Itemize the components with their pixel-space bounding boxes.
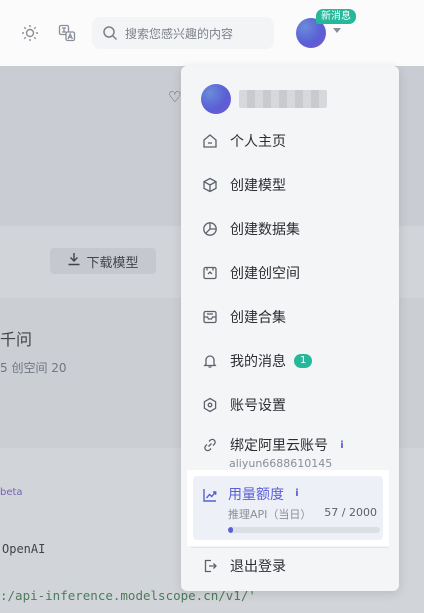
search-input[interactable]: 搜索您感兴趣的内容: [92, 17, 274, 49]
new-message-badge: 新消息: [316, 9, 356, 24]
sun-icon[interactable]: [19, 22, 41, 44]
search-icon: [102, 25, 118, 41]
info-icon[interactable]: i: [291, 487, 303, 499]
menu-item-label: 我的消息: [230, 354, 286, 370]
username-redacted: [239, 90, 327, 108]
menu-divider: [191, 547, 389, 548]
usage-quota-card[interactable]: 用量额度 i 推理API（当日） 57 / 2000: [187, 470, 389, 546]
collection-icon: [201, 308, 219, 326]
message-count-badge: 1: [294, 354, 313, 368]
menu-item-logout[interactable]: 退出登录: [201, 554, 286, 578]
usage-quota-panel: 用量额度 i 推理API（当日） 57 / 2000: [193, 476, 383, 540]
link-icon: [201, 436, 219, 454]
menu-item-bind-aliyun[interactable]: 绑定阿里云账号 i: [201, 433, 348, 457]
chevron-down-icon[interactable]: [333, 28, 341, 33]
menu-item-label: 创建模型: [230, 178, 286, 194]
studio-icon: [201, 264, 219, 282]
chart-trend-icon: [202, 487, 218, 503]
usage-quota-count: 57 / 2000: [324, 506, 377, 519]
aliyun-account-id: aliyun6688610145: [229, 457, 333, 470]
cube-icon: [201, 176, 219, 194]
usage-quota-subtitle: 推理API（当日）: [228, 508, 312, 521]
menu-item-label: 创建数据集: [230, 222, 300, 238]
menu-item-create-collection[interactable]: 创建合集: [201, 305, 286, 329]
translate-icon[interactable]: [56, 22, 78, 44]
menu-item-account-settings[interactable]: 账号设置: [201, 393, 286, 417]
search-placeholder: 搜索您感兴趣的内容: [125, 26, 234, 41]
home-icon: [201, 132, 219, 150]
menu-item-create-model[interactable]: 创建模型: [201, 173, 286, 197]
usage-progress-bar: [228, 527, 380, 533]
menu-avatar: [201, 84, 231, 114]
top-bar: 搜索您感兴趣的内容 新消息: [0, 0, 424, 66]
menu-item-label: 个人主页: [230, 134, 286, 150]
bell-icon: [201, 352, 219, 370]
menu-item-label: 绑定阿里云账号: [230, 438, 328, 454]
menu-item-messages[interactable]: 我的消息 1: [201, 349, 313, 373]
menu-item-label: 退出登录: [230, 559, 286, 575]
menu-item-label: 账号设置: [230, 398, 286, 414]
settings-icon: [201, 396, 219, 414]
menu-item-profile[interactable]: 个人主页: [201, 129, 286, 153]
usage-quota-title: 用量额度: [228, 487, 284, 503]
logout-icon: [201, 557, 219, 575]
menu-item-label: 创建合集: [230, 310, 286, 326]
menu-item-label: 创建创空间: [230, 266, 300, 282]
usage-progress-fill: [228, 527, 233, 533]
info-icon[interactable]: i: [336, 439, 348, 451]
menu-item-create-dataset[interactable]: 创建数据集: [201, 217, 300, 241]
menu-item-create-studio[interactable]: 创建创空间: [201, 261, 300, 285]
dataset-icon: [201, 220, 219, 238]
